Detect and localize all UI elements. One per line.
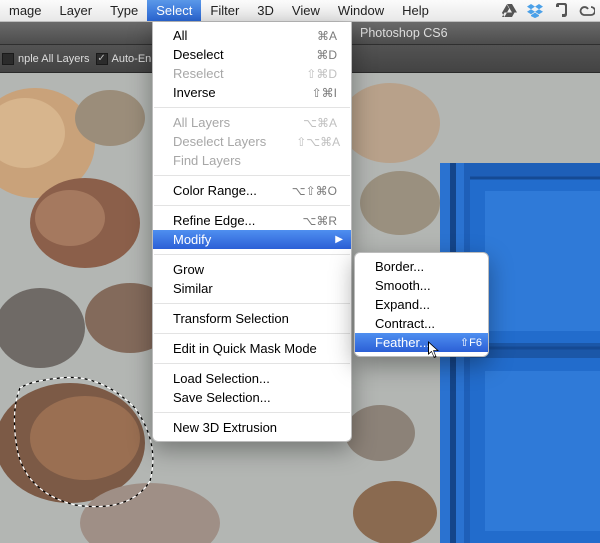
menu-item-inverse[interactable]: Inverse⇧⌘I [153, 83, 351, 102]
menu-item-grow[interactable]: Grow [153, 260, 351, 279]
checkbox-icon[interactable] [2, 53, 14, 65]
cc-icon[interactable] [578, 2, 596, 20]
app-title: Photoshop CS6 [360, 26, 448, 40]
checkbox-icon[interactable]: ✓ [96, 53, 108, 65]
menu-item-similar[interactable]: Similar [153, 279, 351, 298]
menu-item-deselect[interactable]: Deselect⌘D [153, 45, 351, 64]
menu-separator [154, 363, 350, 364]
menu-item-load-selection[interactable]: Load Selection... [153, 369, 351, 388]
menu-layer[interactable]: Layer [51, 0, 102, 21]
modify-submenu: Border... Smooth... Expand... Contract..… [354, 252, 489, 357]
menu-separator [154, 175, 350, 176]
menu-item-all[interactable]: All⌘A [153, 26, 351, 45]
menu-separator [154, 303, 350, 304]
menu-item-quick-mask[interactable]: Edit in Quick Mask Mode [153, 339, 351, 358]
dropbox-icon[interactable] [526, 2, 544, 20]
menu-select[interactable]: Select [147, 0, 201, 21]
menu-item-modify[interactable]: Modify▶ [153, 230, 351, 249]
menu-image[interactable]: mage [0, 0, 51, 21]
menu-separator [154, 254, 350, 255]
menu-item-transform-selection[interactable]: Transform Selection [153, 309, 351, 328]
menu-3d[interactable]: 3D [248, 0, 283, 21]
mac-menubar: mage Layer Type Select Filter 3D View Wi… [0, 0, 600, 22]
menu-view[interactable]: View [283, 0, 329, 21]
select-menu-dropdown: All⌘A Deselect⌘D Reselect⇧⌘D Inverse⇧⌘I … [152, 22, 352, 442]
menu-item-new-3d-extrusion[interactable]: New 3D Extrusion [153, 418, 351, 437]
menu-item-all-layers: All Layers⌥⌘A [153, 113, 351, 132]
menu-item-expand[interactable]: Expand... [355, 295, 488, 314]
menu-item-deselect-layers: Deselect Layers⇧⌥⌘A [153, 132, 351, 151]
menu-separator [154, 107, 350, 108]
menu-item-reselect: Reselect⇧⌘D [153, 64, 351, 83]
gdrive-icon[interactable] [500, 2, 518, 20]
option-sample-all-layers[interactable]: nple All Layers [2, 53, 90, 65]
menu-window[interactable]: Window [329, 0, 393, 21]
menu-separator [154, 412, 350, 413]
menu-item-feather[interactable]: Feather...⇧F6 [355, 333, 488, 352]
evernote-icon[interactable] [552, 2, 570, 20]
menu-filter[interactable]: Filter [201, 0, 248, 21]
menu-item-border[interactable]: Border... [355, 257, 488, 276]
menu-item-save-selection[interactable]: Save Selection... [153, 388, 351, 407]
menu-type[interactable]: Type [101, 0, 147, 21]
menu-separator [154, 333, 350, 334]
submenu-arrow-icon: ▶ [335, 234, 343, 245]
menu-item-color-range[interactable]: Color Range...⌥⇧⌘O [153, 181, 351, 200]
menu-item-find-layers: Find Layers [153, 151, 351, 170]
menu-help[interactable]: Help [393, 0, 438, 21]
menu-item-refine-edge[interactable]: Refine Edge...⌥⌘R [153, 211, 351, 230]
menu-item-contract[interactable]: Contract... [355, 314, 488, 333]
menu-item-smooth[interactable]: Smooth... [355, 276, 488, 295]
menu-separator [154, 205, 350, 206]
